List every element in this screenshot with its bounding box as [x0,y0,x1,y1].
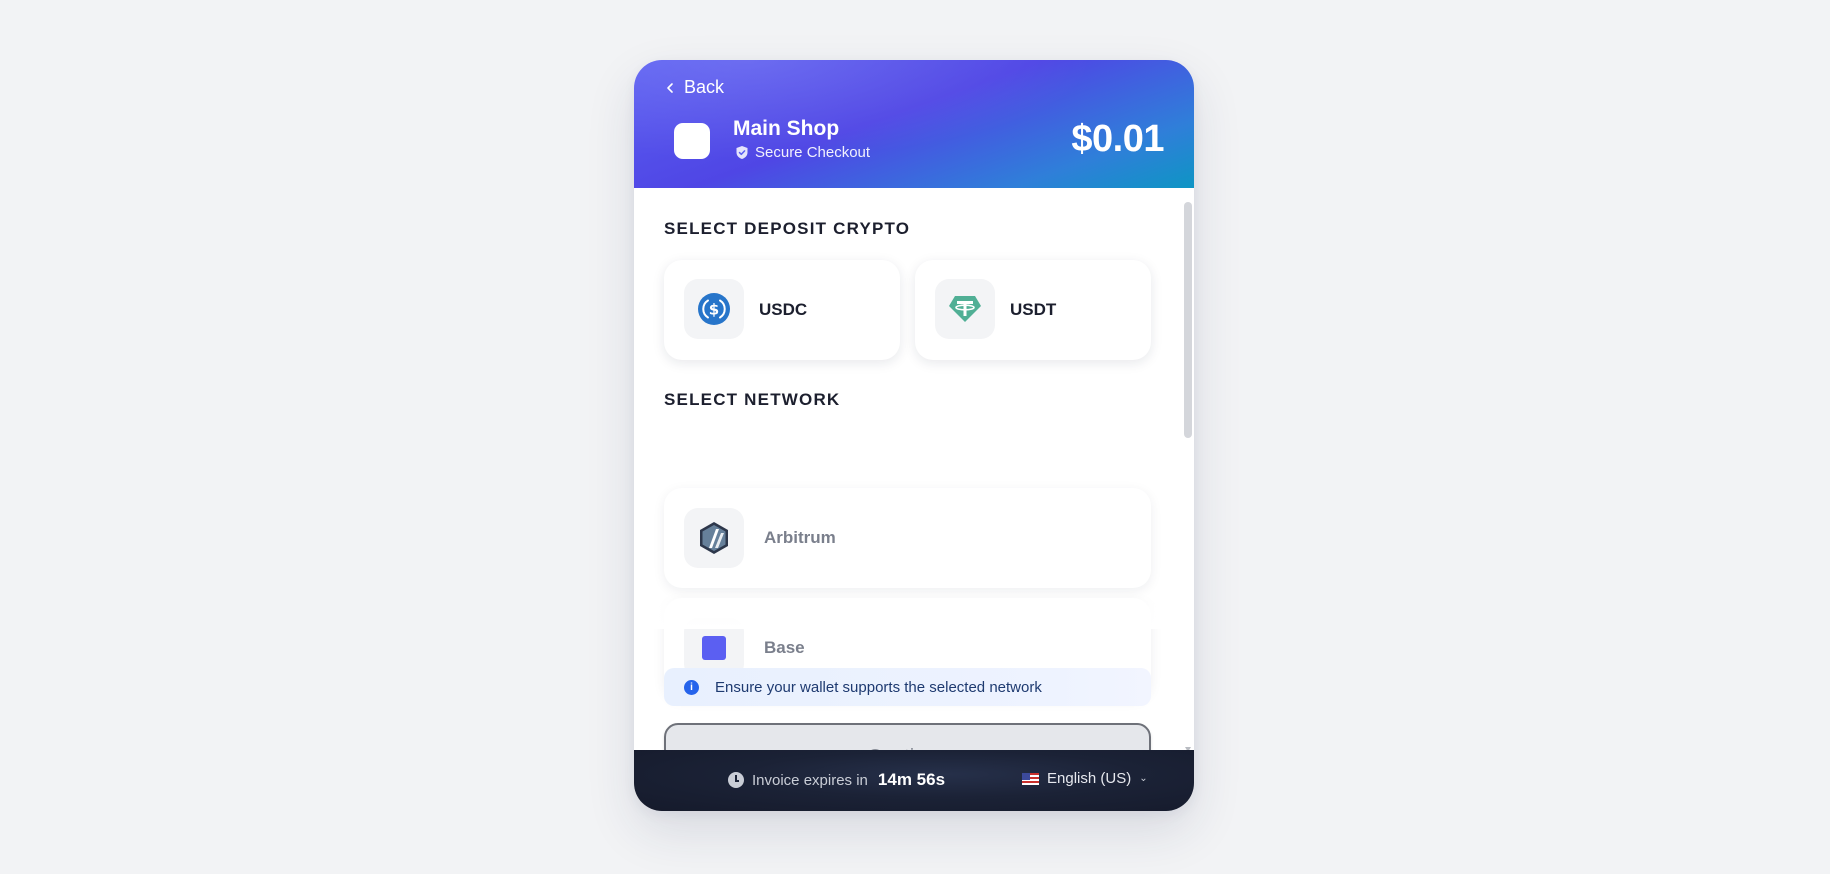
language-label: English (US) [1047,770,1132,787]
info-icon: i [684,679,699,695]
chevron-down-icon: ⌄ [1139,773,1148,784]
checkout-card: Back Main Shop Secure Checkout $0.01 SEL… [634,60,1194,811]
invoice-expiry: Invoice expires in 14m 56s [728,770,945,790]
network-info-banner: i Ensure your wallet supports the select… [664,668,1151,706]
network-option-label: Arbitrum [764,528,836,547]
chevron-left-icon [667,82,673,93]
back-label: Back [684,77,725,97]
shop-logo [674,123,710,159]
scrollbar-thumb[interactable] [1184,202,1192,438]
usdc-icon-box: $ [684,279,744,339]
base-icon [702,636,726,660]
crypto-option-label: USDC [759,300,808,319]
expires-label: Invoice expires in [752,771,868,789]
secure-checkout-badge: Secure Checkout [735,144,870,161]
tether-icon [949,296,981,322]
checkout-content[interactable]: SELECT DEPOSIT CRYPTO $ USDC USDT SELECT… [634,188,1194,791]
payment-amount: $0.01 [1071,118,1164,160]
arbitrum-icon-box [684,508,744,568]
arbitrum-icon [700,522,728,554]
content-scrollbar[interactable] [1184,202,1192,752]
usdt-icon-box [935,279,995,339]
network-section-title: SELECT NETWORK [664,390,841,409]
info-text: Ensure your wallet supports the selected… [715,678,1042,696]
usdc-icon: $ [698,293,730,325]
back-button[interactable]: Back [664,77,724,98]
crypto-section-title: SELECT DEPOSIT CRYPTO [664,219,911,238]
network-option-label: Base [764,638,805,657]
svg-text:$: $ [709,301,719,319]
expiry-timer: 14m 56s [877,770,946,789]
crypto-option-label: USDT [1010,300,1057,319]
language-selector[interactable]: English (US) ⌄ [1022,770,1148,787]
network-option-arbitrum[interactable]: Arbitrum [664,488,1151,588]
shop-name: Main Shop [733,117,840,140]
secure-checkout-label: Secure Checkout [755,144,871,161]
crypto-option-usdt[interactable]: USDT [915,260,1151,360]
checkout-header: Back Main Shop Secure Checkout $0.01 [634,60,1194,188]
us-flag-icon [1022,772,1039,785]
clock-icon [728,772,744,788]
checkout-footer: Invoice expires in 14m 56s English (US) … [634,750,1194,811]
shield-check-icon [736,146,748,159]
crypto-option-usdc[interactable]: $ USDC [664,260,900,360]
scroll-fade [634,591,1184,629]
